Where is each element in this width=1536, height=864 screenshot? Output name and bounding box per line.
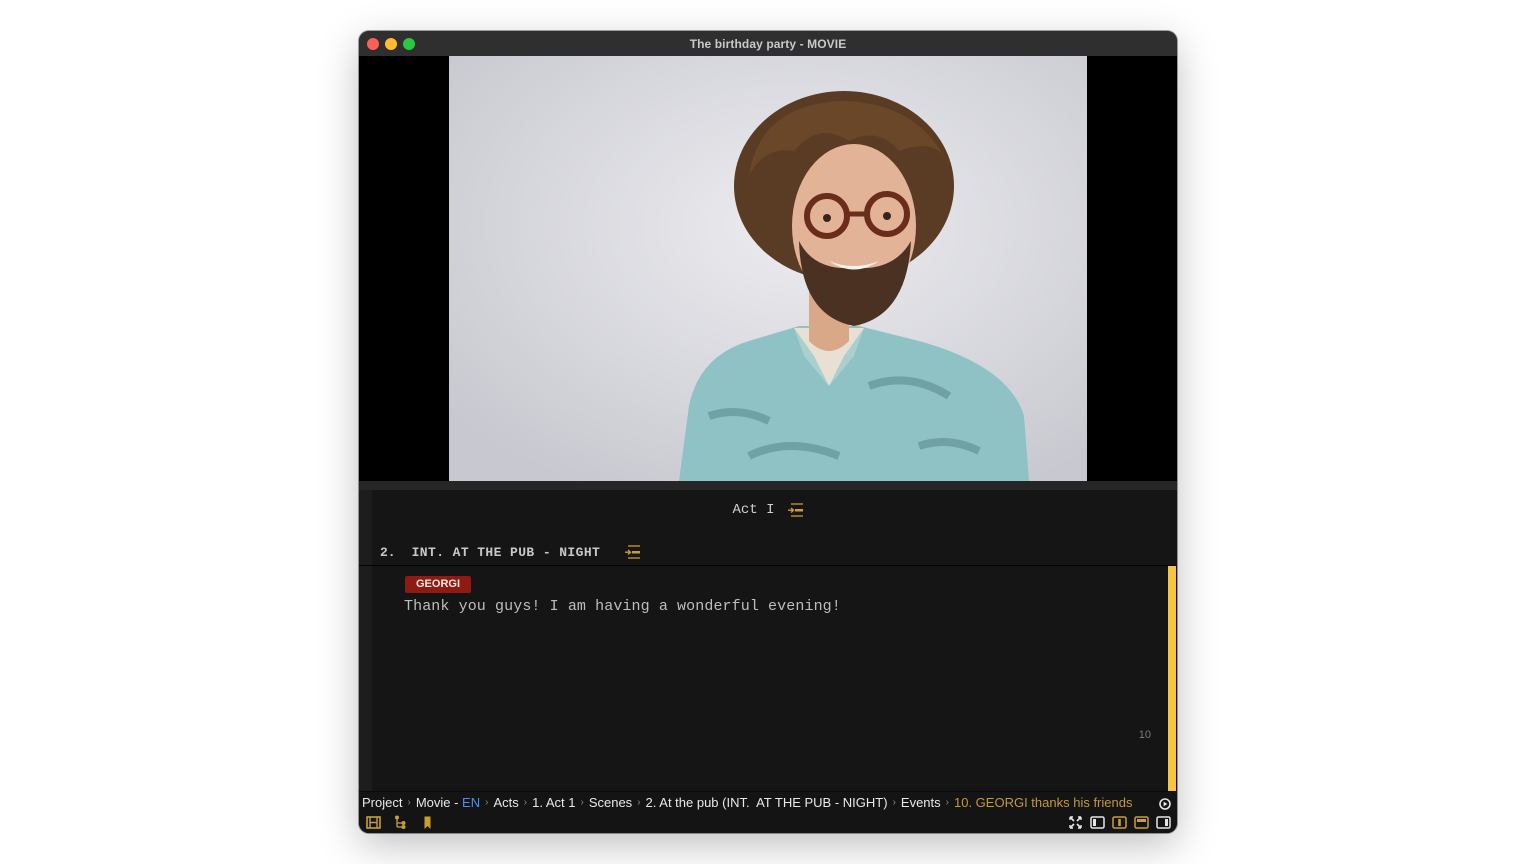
breadcrumb: Project › Movie - EN › Acts › 1. Act 1 ›…: [359, 791, 1177, 813]
panel-divider[interactable]: [359, 481, 1177, 490]
toolbar-left: [366, 815, 435, 830]
layout-left-panel-icon[interactable]: [1090, 815, 1105, 830]
breadcrumb-act[interactable]: 1. Act 1: [532, 795, 575, 810]
active-event-indicator: [1168, 566, 1176, 791]
breadcrumb-separator: ›: [523, 797, 528, 808]
breadcrumb-separator: ›: [892, 797, 896, 808]
breadcrumb-separator: ›: [637, 797, 641, 808]
hierarchy-tree-icon[interactable]: [393, 815, 408, 830]
close-window-button[interactable]: [367, 38, 379, 50]
breadcrumb-acts[interactable]: Acts: [493, 795, 518, 810]
act-header: Act I: [359, 498, 1177, 522]
breadcrumb-movie-label: Movie -: [415, 795, 463, 810]
bottom-toolbar: [359, 813, 1177, 833]
outline-indent-icon[interactable]: [624, 544, 641, 560]
breadcrumb-current-event[interactable]: 10. GEORGI thanks his friends: [954, 795, 1132, 810]
act-title: Act I: [732, 502, 775, 518]
fullscreen-icon[interactable]: [1068, 815, 1083, 830]
breadcrumb-movie[interactable]: Movie - EN: [416, 795, 480, 810]
person-photo: [449, 56, 1087, 481]
layout-right-panel-icon[interactable]: [1156, 815, 1171, 830]
breadcrumb-separator: ›: [407, 797, 411, 808]
script-gutter: [359, 490, 372, 791]
event-number: 10: [1138, 729, 1151, 741]
scene-number: 2.: [380, 544, 396, 560]
breadcrumb-scene[interactable]: 2. At the pub (INT. AT THE PUB - NIGHT): [646, 795, 888, 810]
dialogue-text[interactable]: Thank you guys! I am having a wonderful …: [404, 598, 841, 615]
toolbar-right: [1068, 815, 1171, 830]
play-icon[interactable]: [1159, 797, 1171, 810]
language-code: EN: [462, 795, 481, 810]
video-frame: [449, 56, 1087, 481]
scene-header[interactable]: 2. INT. AT THE PUB - NIGHT: [380, 540, 641, 564]
app-window: The birthday party - MOVIE Act I 2. INT.…: [359, 31, 1177, 833]
breadcrumb-scenes[interactable]: Scenes: [589, 795, 632, 810]
breadcrumb-separator: ›: [485, 797, 489, 808]
title-bar[interactable]: The birthday party - MOVIE: [359, 31, 1177, 56]
scene-heading: INT. AT THE PUB - NIGHT: [411, 544, 601, 560]
outline-indent-icon[interactable]: [787, 502, 804, 518]
window-controls: [367, 38, 415, 50]
breadcrumb-separator: ›: [945, 797, 949, 808]
character-tag[interactable]: GEORGI: [405, 576, 472, 593]
bookmark-icon[interactable]: [420, 815, 435, 830]
breadcrumb-separator: ›: [580, 797, 584, 808]
breadcrumb-events[interactable]: Events: [901, 795, 941, 810]
breadcrumb-project[interactable]: Project: [362, 795, 402, 810]
event-block[interactable]: GEORGI Thank you guys! I am having a won…: [372, 566, 1167, 791]
minimize-window-button[interactable]: [385, 38, 397, 50]
maximize-window-button[interactable]: [403, 38, 415, 50]
layout-top-panel-icon[interactable]: [1134, 815, 1149, 830]
layout-center-panel-icon[interactable]: [1112, 815, 1127, 830]
script-panel: Act I 2. INT. AT THE PUB - NIGHT GEORGI …: [359, 490, 1177, 791]
video-preview[interactable]: [359, 56, 1177, 481]
film-strip-icon[interactable]: [366, 815, 381, 830]
window-title: The birthday party - MOVIE: [689, 36, 847, 51]
